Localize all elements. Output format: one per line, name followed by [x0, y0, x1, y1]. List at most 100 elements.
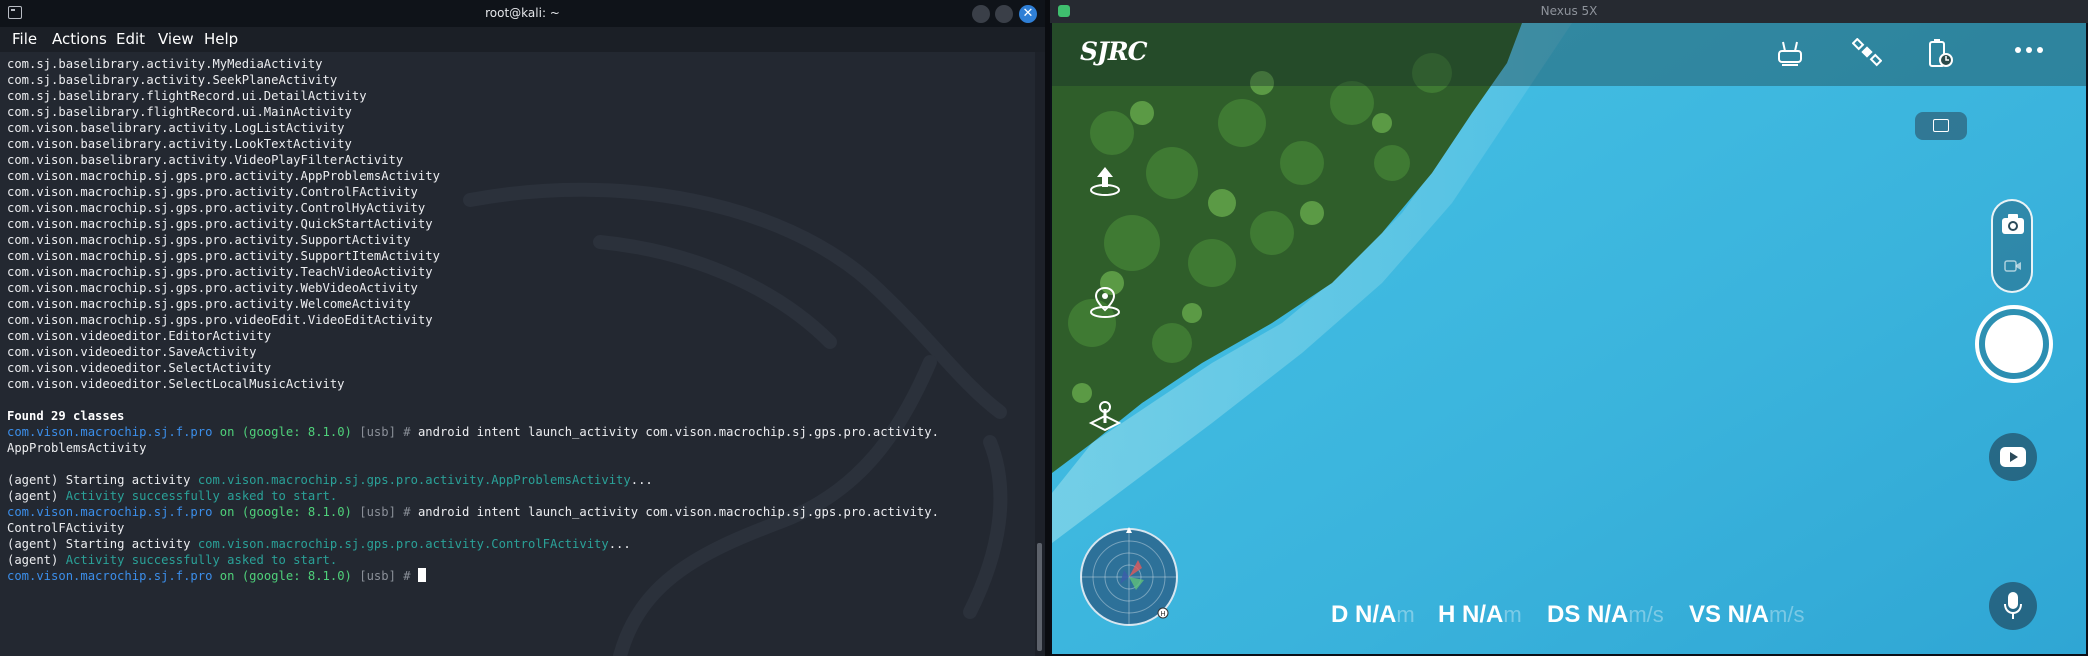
sjrc-logo: SJRC: [1080, 37, 1148, 66]
menu-edit[interactable]: Edit: [116, 30, 145, 48]
class-name: com.vison.macrochip.sj.gps.pro.activity.…: [7, 281, 418, 295]
command-text: ControlFActivity: [7, 521, 125, 535]
close-button[interactable]: ✕: [1019, 5, 1037, 23]
menu-help[interactable]: Help: [204, 30, 238, 48]
command-continuation: ControlFActivity: [7, 520, 939, 536]
emulator-titlebar: Nexus 5X: [1050, 0, 2088, 23]
command-text: android intent launch_activity com.vison…: [417, 505, 939, 519]
video-icon: [2004, 260, 2021, 272]
agent-line: (agent) Activity successfully asked to s…: [7, 488, 939, 504]
class-line: com.vison.videoeditor.SelectActivity: [7, 360, 939, 376]
class-line: com.sj.baselibrary.flightRecord.ui.MainA…: [7, 104, 939, 120]
class-name: com.sj.baselibrary.flightRecord.ui.MainA…: [7, 105, 352, 119]
ellipsis: ...: [608, 537, 631, 551]
media-gallery-button[interactable]: [1989, 433, 2037, 481]
menu-view[interactable]: View: [158, 30, 194, 48]
class-name: com.vison.videoeditor.SelectActivity: [7, 361, 272, 375]
class-line: com.vison.macrochip.sj.gps.pro.videoEdit…: [7, 312, 939, 328]
more-options-icon[interactable]: [2014, 45, 2044, 55]
maximize-button[interactable]: [995, 5, 1013, 23]
prompt-connection: [usb]: [359, 569, 396, 583]
terminal-window: root@kali: ~ ✕ File Actions Edit View He…: [0, 0, 1045, 656]
battery-timer-icon[interactable]: [1924, 38, 1954, 70]
class-name: com.vison.macrochip.sj.gps.pro.activity.…: [7, 297, 411, 311]
class-name: com.vison.macrochip.sj.gps.pro.activity.…: [7, 185, 418, 199]
prompt-package: com.vison.macrochip.sj.f.pro: [7, 425, 213, 439]
terminal-titlebar: root@kali: ~ ✕: [0, 0, 1045, 27]
voice-control-button[interactable]: [1989, 582, 2037, 630]
close-icon: ✕: [1022, 6, 1034, 21]
waypoint-icon[interactable]: [1088, 285, 1122, 319]
emulator-title: Nexus 5X: [1540, 4, 1598, 18]
terminal-scroll-thumb[interactable]: [1037, 543, 1042, 651]
class-line: com.vison.macrochip.sj.gps.pro.activity.…: [7, 200, 939, 216]
remote-controller-icon[interactable]: [1775, 38, 1805, 68]
agent-text: Starting activity: [65, 537, 191, 551]
class-name: com.vison.baselibrary.activity.LogListAc…: [7, 121, 345, 135]
joystick-icon[interactable]: [1088, 399, 1122, 435]
minimize-button[interactable]: [972, 5, 990, 23]
prompt-symbol: #: [403, 425, 411, 439]
command-continuation: AppProblemsActivity: [7, 440, 939, 456]
agent-line: (agent) Starting activity com.vison.macr…: [7, 536, 939, 552]
satellite-icon[interactable]: [1852, 38, 1882, 68]
class-line: com.sj.baselibrary.activity.SeekPlaneAct…: [7, 72, 939, 88]
agent-prefix: (agent): [7, 489, 59, 503]
class-line: com.vison.videoeditor.SaveActivity: [7, 344, 939, 360]
agent-line: (agent) Starting activity com.vison.macr…: [7, 472, 939, 488]
prompt-on: on: [219, 505, 235, 519]
height-value: H N/A: [1438, 601, 1504, 628]
class-line: com.vison.macrochip.sj.gps.pro.activity.…: [7, 216, 939, 232]
agent-line: (agent) Activity successfully asked to s…: [7, 552, 939, 568]
prompt-line: com.vison.macrochip.sj.f.pro on (google:…: [7, 568, 939, 584]
agent-success: Activity successfully asked to start.: [65, 553, 338, 567]
emulator-screen[interactable]: SJRC H D N/Am H N/Am DS N/Am/s VS N/Am/s: [1052, 23, 2086, 654]
class-line: com.vison.baselibrary.activity.LookTextA…: [7, 136, 939, 152]
radar-compass: H: [1080, 527, 1178, 626]
terminal-menubar: File Actions Edit View Help: [0, 27, 1045, 52]
class-name: com.vison.macrochip.sj.gps.pro.videoEdit…: [7, 313, 433, 327]
class-name: com.vison.baselibrary.activity.LookTextA…: [7, 137, 352, 151]
class-name: com.vison.macrochip.sj.gps.pro.activity.…: [7, 249, 440, 263]
class-line: com.vison.macrochip.sj.gps.pro.activity.…: [7, 248, 939, 264]
class-name: com.vison.macrochip.sj.gps.pro.activity.…: [7, 201, 426, 215]
sd-card-icon: [1933, 119, 1949, 132]
class-name: com.sj.baselibrary.activity.SeekPlaneAct…: [7, 73, 338, 87]
menu-file[interactable]: File: [12, 30, 37, 48]
class-line: com.vison.macrochip.sj.gps.pro.activity.…: [7, 168, 939, 184]
hspeed-unit: m/s: [1628, 602, 1664, 627]
command-text: AppProblemsActivity: [7, 441, 147, 455]
svg-text:H: H: [1160, 610, 1165, 618]
class-line: com.vison.videoeditor.SelectLocalMusicAc…: [7, 376, 939, 392]
class-line: com.vison.videoeditor.EditorActivity: [7, 328, 939, 344]
hspeed-value: DS N/A: [1547, 601, 1629, 628]
prompt-connection: [usb]: [359, 505, 396, 519]
class-line: com.vison.macrochip.sj.gps.pro.activity.…: [7, 184, 939, 200]
terminal-lines: com.sj.baselibrary.activity.MyMediaActiv…: [7, 56, 939, 584]
shutter-button[interactable]: [1975, 305, 2053, 383]
vspeed-unit: m/s: [1769, 602, 1805, 627]
sd-card-badge[interactable]: [1915, 112, 1967, 140]
activity-name: com.vison.macrochip.sj.gps.pro.activity.…: [197, 537, 609, 551]
class-name: com.vison.macrochip.sj.gps.pro.activity.…: [7, 169, 440, 183]
menu-actions[interactable]: Actions: [52, 30, 107, 48]
vspeed-value: VS N/A: [1689, 601, 1770, 628]
youtube-play-icon: [2000, 447, 2026, 467]
terminal-output[interactable]: com.sj.baselibrary.activity.MyMediaActiv…: [0, 52, 1035, 656]
photo-video-toggle[interactable]: [1991, 199, 2033, 293]
class-name: com.vison.macrochip.sj.gps.pro.activity.…: [7, 233, 411, 247]
prompt-device: (google: 8.1.0): [241, 569, 352, 583]
height-unit: m: [1503, 602, 1522, 627]
class-name: com.vison.videoeditor.SaveActivity: [7, 345, 257, 359]
activity-name: com.vison.macrochip.sj.gps.pro.activity.…: [197, 473, 631, 487]
agent-prefix: (agent): [7, 537, 59, 551]
distance-unit: m: [1396, 602, 1415, 627]
takeoff-icon[interactable]: [1088, 163, 1122, 197]
agent-prefix: (agent): [7, 553, 59, 567]
prompt-device: (google: 8.1.0): [241, 505, 352, 519]
prompt-package: com.vison.macrochip.sj.f.pro: [7, 569, 213, 583]
terminal-cursor: [417, 568, 426, 582]
class-line: com.sj.baselibrary.activity.MyMediaActiv…: [7, 56, 939, 72]
